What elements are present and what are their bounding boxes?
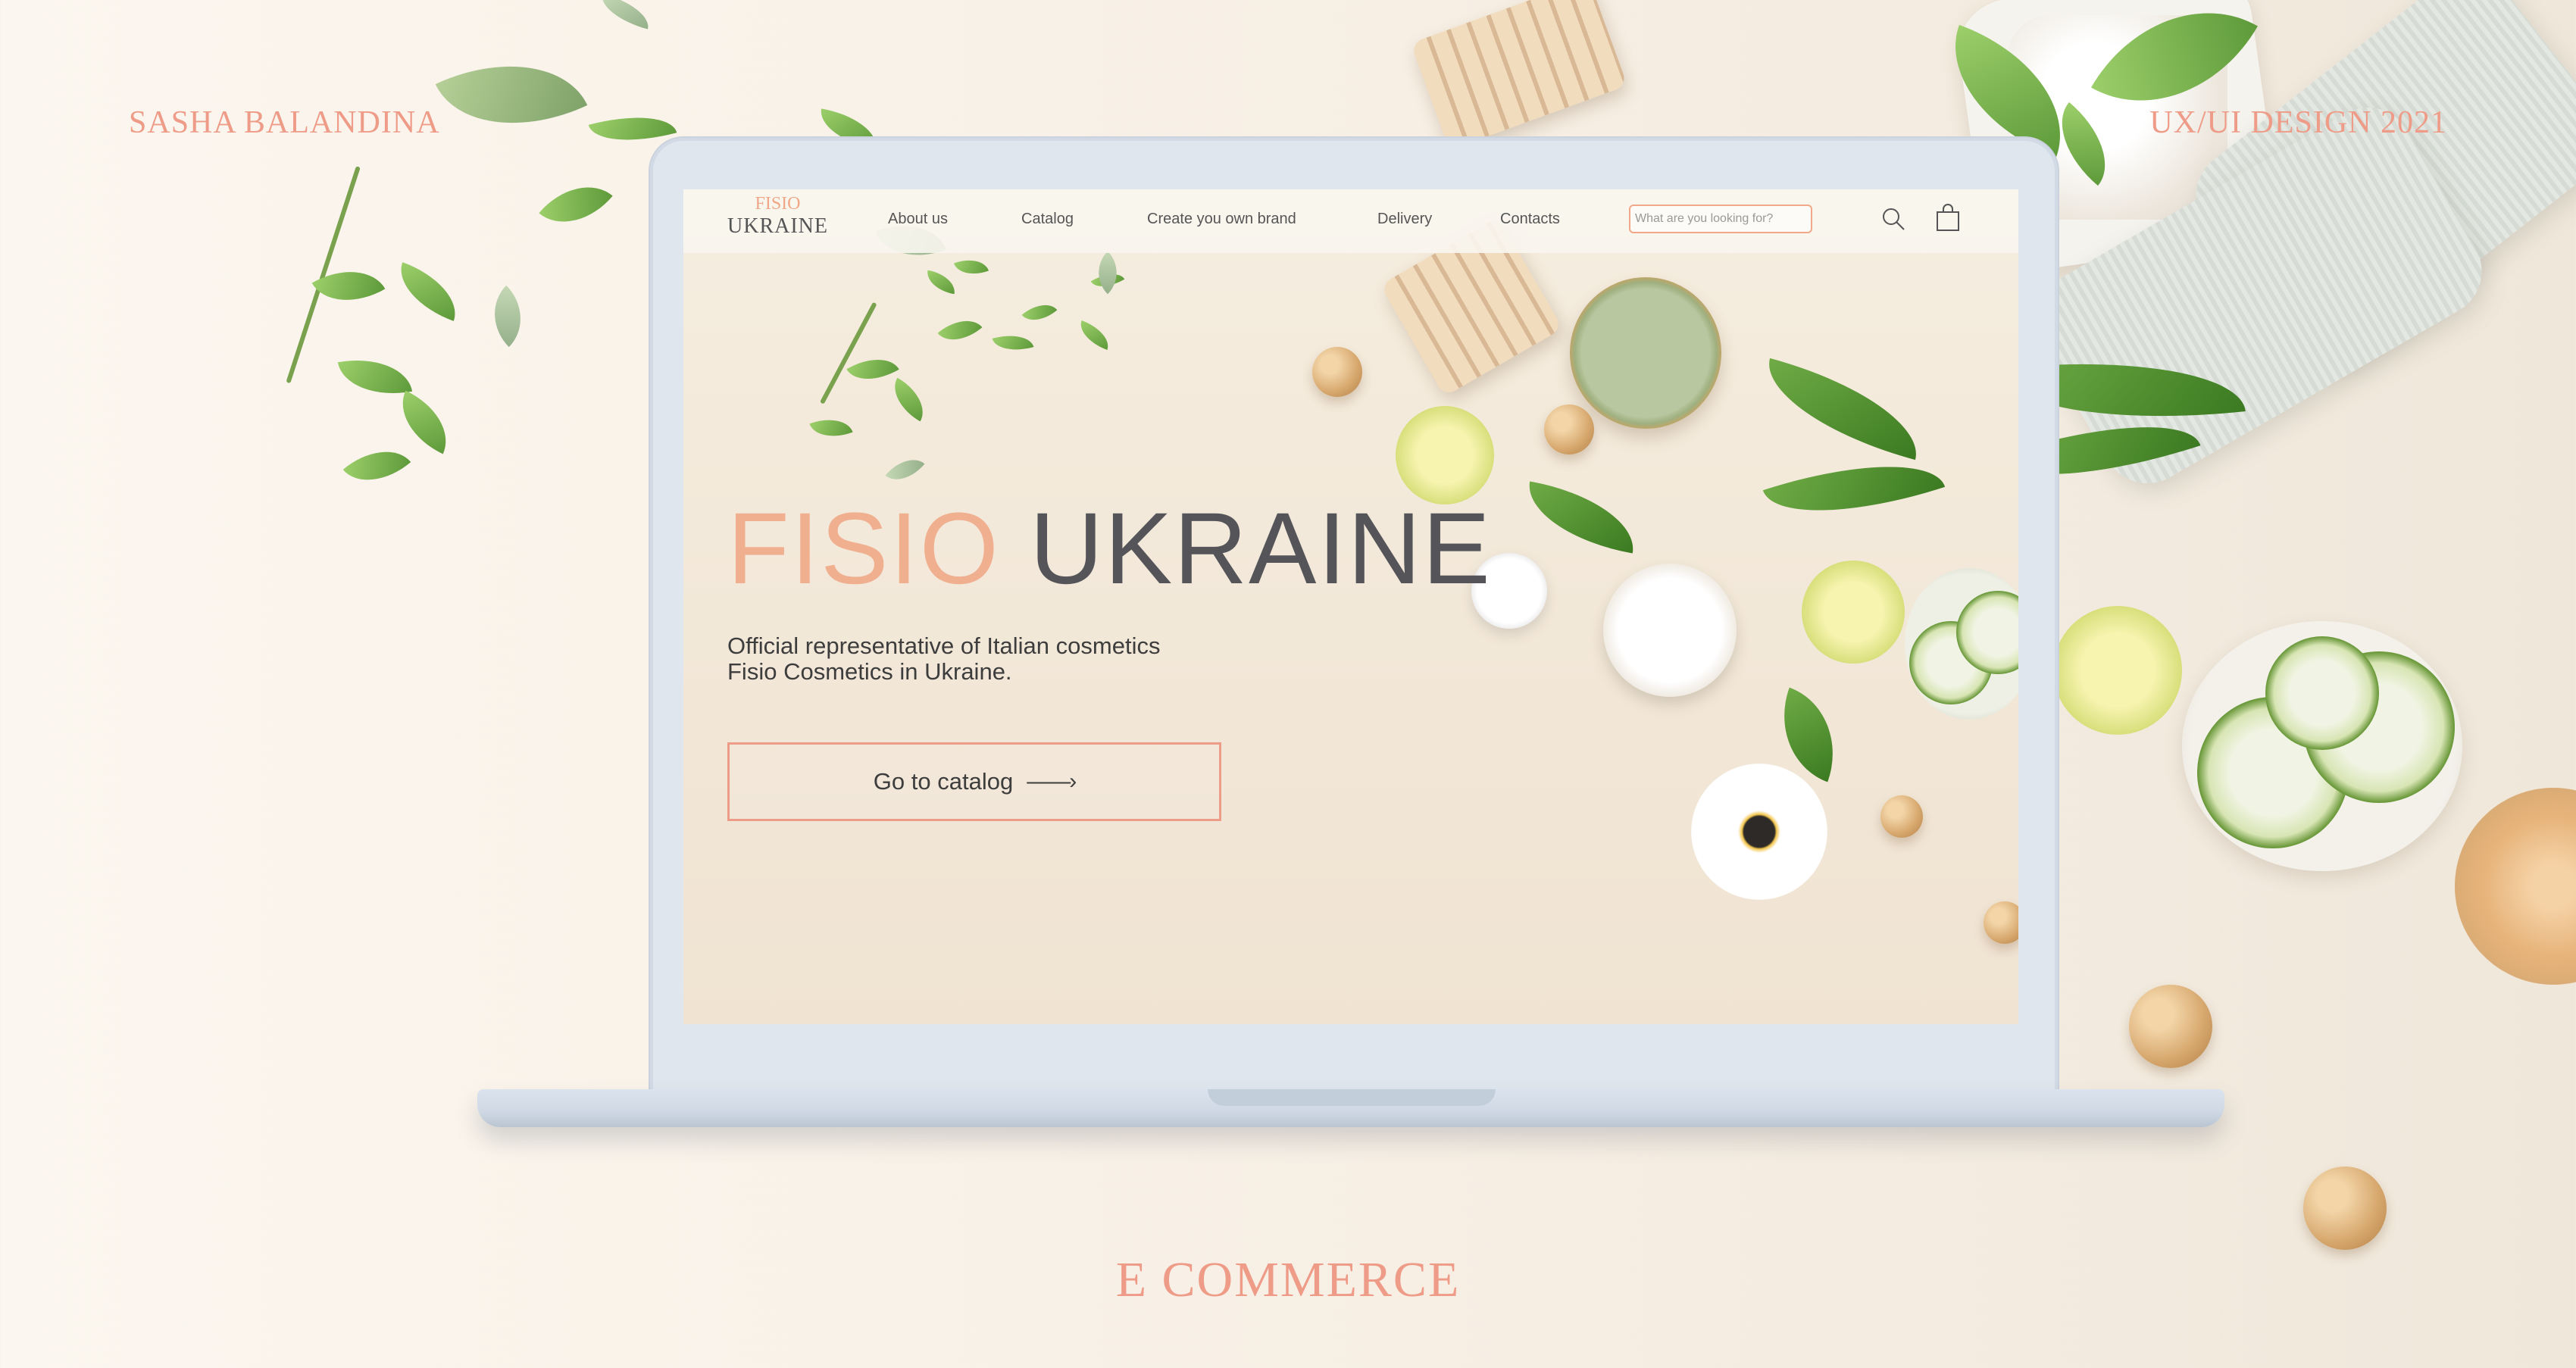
hero-title: FISIO UKRAINE [727,498,1492,600]
author-caption: SASHA BALANDINA [129,105,440,140]
search-icon[interactable] [1880,206,1906,232]
site-logo[interactable]: FISIO UKRAINE [727,194,828,239]
nav-catalog[interactable]: Catalog [1021,211,1074,228]
shopping-bag-icon[interactable] [1935,203,1961,232]
nav-create-brand[interactable]: Create you own brand [1147,211,1296,228]
go-to-catalog-button[interactable]: Go to catalog ——› [727,742,1221,821]
website-screen: FISIO UKRAINE About us Catalog Create yo… [683,189,2018,1024]
nav-delivery[interactable]: Delivery [1377,211,1432,228]
footer-caption: E COMMERCE [1115,1252,1461,1307]
hero-subtitle: Official representative of Italian cosme… [727,632,1258,686]
logo-bottom-text: UKRAINE [727,214,828,238]
hero-title-ukraine: UKRAINE [1030,492,1492,605]
arrow-right-icon: ——› [1027,769,1077,794]
cream-jar-icon [1570,277,1721,429]
hero-title-fisio: FISIO [727,492,1000,605]
flower-icon [1691,764,1827,900]
logo-top-text: FISIO [755,194,801,214]
laptop-notch [1208,1089,1496,1106]
nav-about-us[interactable]: About us [888,211,948,228]
hero-subtitle-line-2: Fisio Cosmetics in Ukraine. [727,658,1012,686]
site-header: FISIO UKRAINE About us Catalog Create yo… [683,189,2018,253]
hero-subtitle-line-1: Official representative of Italian cosme… [727,632,1161,659]
nav-contacts[interactable]: Contacts [1500,211,1560,228]
search-input[interactable] [1629,205,1812,233]
go-to-catalog-label: Go to catalog [873,768,1014,795]
design-year-caption: UX/UI DESIGN 2021 [2149,105,2447,140]
